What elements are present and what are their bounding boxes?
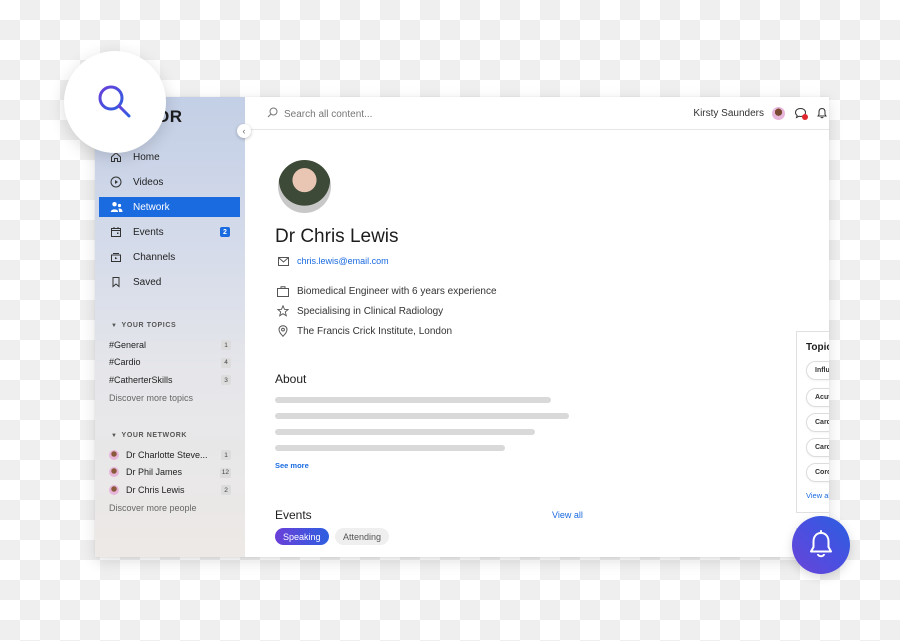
avatar [109,484,119,495]
network-count: 12 [219,467,231,478]
your-network-heading[interactable]: ▼ YOUR NETWORK [111,432,187,439]
network-item[interactable]: Dr Charlotte Steve... 1 [109,446,231,464]
mail-icon [277,256,289,266]
topics-list: #General 1 #Cardio 4 #CatherterSkills 3 Dis… [109,336,231,403]
topic-chip-coronary-interventions[interactable]: Coronary Interventions+ [806,463,829,482]
sidebar-item-network[interactable]: Network [99,197,240,217]
user-avatar[interactable] [772,106,785,120]
topic-item[interactable]: #CatherterSkills 3 [109,371,231,389]
about-text-placeholder [275,397,551,403]
sidebar-item-label: Videos [133,176,164,188]
sidebar-nav: Home Videos Network Events 2 Channels Sa… [99,147,240,297]
network-list: Dr Charlotte Steve... 1 Dr Phil James 12 D… [109,446,231,513]
sidebar-item-channels[interactable]: Channels [99,247,240,267]
network-item[interactable]: Dr Chris Lewis 2 [109,481,231,499]
star-icon [277,305,289,317]
sidebar-item-label: Events [133,226,164,238]
about-text-placeholder [275,413,569,419]
about-text-placeholder [275,429,535,435]
about-heading: About [275,372,307,386]
topics-followed-title: Topics Followed [806,342,829,353]
search-icon [267,107,278,121]
sidebar: DR Home Videos Network Events 2 Channels… [95,97,245,557]
bell-icon [817,107,827,119]
topic-count: 3 [221,375,231,385]
user-name[interactable]: Kirsty Saunders [693,108,764,119]
sidebar-item-events[interactable]: Events 2 [99,222,240,242]
topic-chip-cardiovascular-disease-elderly[interactable]: Cardiovascular Disease... Elderly+ [806,438,829,457]
discover-topics-link[interactable]: Discover more topics [109,393,231,403]
bookmark-icon [109,275,123,289]
floating-search-button[interactable] [64,51,166,153]
topics-view-all-link[interactable]: View all [806,491,829,500]
topic-item[interactable]: #General 1 [109,336,231,354]
floating-notifications-button[interactable] [792,516,850,574]
sidebar-item-saved[interactable]: Saved [99,272,240,292]
search-placeholder: Search all content... [284,108,373,120]
caret-down-icon: ▼ [111,323,118,329]
profile-photo [278,160,331,213]
network-item[interactable]: Dr Phil James 12 [109,464,231,482]
topic-chip-cardiology[interactable]: Cardiology+ [806,413,829,432]
topic-item[interactable]: #Cardio 4 [109,354,231,372]
email-link[interactable]: chris.lewis@email.com [277,256,389,266]
see-more-link[interactable]: See more [275,461,309,470]
bell-icon [810,530,832,558]
location-pin-icon [277,325,289,337]
search-icon [98,85,131,118]
location-row: The Francis Crick Institute, London [277,321,497,341]
about-text-placeholder [275,445,505,451]
sidebar-item-label: Home [133,151,160,163]
topics-followed-card: Topics Followed Influenza✓ Acute Nursing… [796,331,829,513]
role-row: Biomedical Engineer with 6 years experie… [277,281,497,301]
messages-button[interactable] [793,106,808,120]
topic-count: 4 [221,357,231,368]
events-view-all-link[interactable]: View all [552,510,583,520]
network-count: 1 [221,450,231,460]
caret-down-icon: ▼ [111,433,118,439]
notifications-button[interactable] [815,106,829,120]
sidebar-item-label: Channels [133,251,176,263]
network-count: 2 [221,485,231,495]
events-badge: 2 [220,227,230,237]
briefcase-icon [277,285,289,297]
profile-info: Biomedical Engineer with 6 years experie… [277,281,497,341]
app-window: DR Home Videos Network Events 2 Channels… [95,97,829,557]
sidebar-item-label: Saved [133,276,162,288]
your-topics-heading[interactable]: ▼ YOUR TOPICS [111,322,176,329]
topic-chip-influenza[interactable]: Influenza✓ [806,361,829,380]
specialty-row: Specialising in Clinical Radiology [277,301,497,321]
search-input[interactable]: Search all content... [267,107,372,121]
chevron-left-icon: ‹ [242,126,246,136]
calendar-icon [109,225,123,239]
avatar [109,449,119,460]
collapse-sidebar-button[interactable]: ‹ [237,124,251,138]
user-area: Kirsty Saunders [693,106,829,120]
channels-icon [109,250,123,264]
events-heading: Events [275,508,312,522]
notification-dot [802,114,808,120]
users-icon [109,200,123,214]
topic-chip-acute-nursing-care[interactable]: Acute Nursing Care+ [806,388,829,407]
tab-speaking[interactable]: Speaking [275,528,329,545]
profile-main: Dr Chris Lewis chris.lewis@email.com Bio… [245,130,829,557]
top-bar: Search all content... Kirsty Saunders [245,97,829,130]
tab-attending[interactable]: Attending [335,528,390,545]
play-circle-icon [109,175,123,189]
sidebar-item-videos[interactable]: Videos [99,172,240,192]
topic-count: 1 [221,340,231,350]
profile-name: Dr Chris Lewis [275,226,399,247]
discover-people-link[interactable]: Discover more people [109,503,231,513]
sidebar-item-label: Network [133,201,170,213]
avatar [109,467,119,478]
